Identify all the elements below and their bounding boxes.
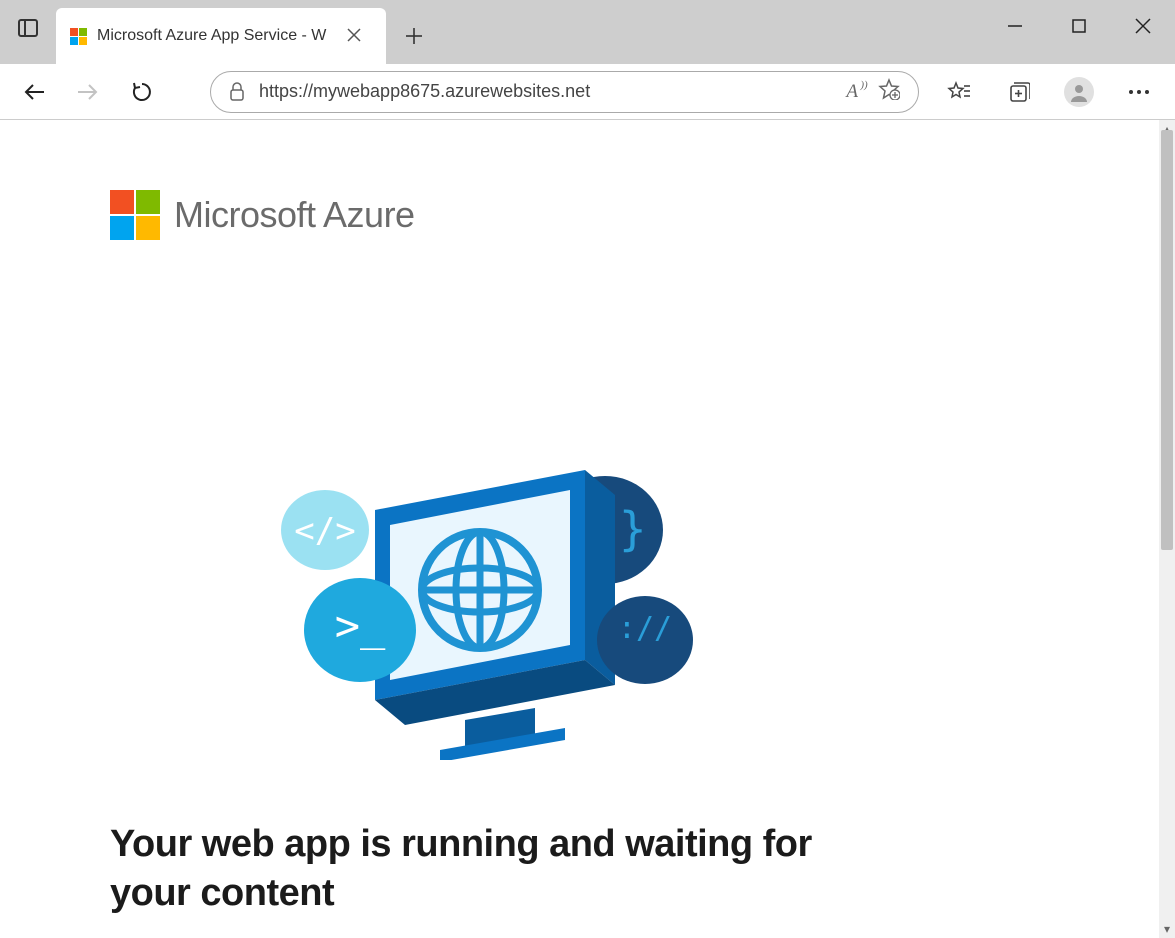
scroll-thumb[interactable] (1161, 130, 1173, 550)
star-list-icon (947, 81, 971, 103)
address-bar[interactable]: https://mywebapp8675.azurewebsites.net A… (210, 71, 919, 113)
svg-text:>_: >_ (335, 601, 386, 650)
new-tab-button[interactable] (394, 16, 434, 56)
refresh-icon (131, 81, 153, 103)
browser-toolbar: https://mywebapp8675.azurewebsites.net A… (0, 64, 1175, 120)
collections-button[interactable] (991, 70, 1047, 114)
back-button[interactable] (8, 70, 60, 114)
tab-actions-button[interactable] (0, 0, 56, 56)
maximize-icon (1072, 19, 1086, 33)
read-aloud-button[interactable]: A)) (846, 81, 858, 103)
add-favorite-button[interactable] (878, 78, 900, 105)
vertical-scrollbar[interactable]: ▴ ▾ (1159, 120, 1175, 938)
hero-illustration: { } (265, 440, 725, 760)
forward-button[interactable] (62, 70, 114, 114)
avatar-icon (1064, 77, 1094, 107)
svg-text:</>: </> (294, 511, 355, 551)
tab-strip: Microsoft Azure App Service - W (0, 0, 1175, 64)
panel-icon (18, 19, 38, 37)
page-viewport: Microsoft Azure { } (0, 120, 1159, 938)
azure-brand: Microsoft Azure (110, 190, 880, 240)
maximize-button[interactable] (1047, 0, 1111, 52)
close-icon (347, 28, 361, 42)
back-arrow-icon (22, 80, 46, 104)
forward-arrow-icon (76, 80, 100, 104)
lock-icon (229, 82, 245, 102)
microsoft-logo-icon (110, 190, 160, 240)
star-plus-icon (878, 78, 900, 100)
scroll-down-button[interactable]: ▾ (1159, 920, 1175, 938)
refresh-button[interactable] (116, 70, 168, 114)
close-tab-button[interactable] (347, 25, 361, 48)
active-tab[interactable]: Microsoft Azure App Service - W (56, 8, 386, 64)
favorites-button[interactable] (931, 70, 987, 114)
brand-text: Microsoft Azure (174, 194, 415, 236)
close-window-button[interactable] (1111, 0, 1175, 52)
minimize-button[interactable] (983, 0, 1047, 52)
more-icon (1128, 89, 1150, 95)
plus-icon (405, 27, 423, 45)
profile-button[interactable] (1051, 70, 1107, 114)
close-icon (1135, 18, 1151, 34)
window-controls (983, 0, 1175, 52)
page-headline: Your web app is running and waiting for … (110, 820, 880, 919)
tab-title: Microsoft Azure App Service - W (97, 27, 337, 45)
svg-text:://: :// (618, 611, 672, 646)
microsoft-favicon-icon (70, 28, 87, 45)
collections-icon (1008, 81, 1030, 103)
settings-menu-button[interactable] (1111, 70, 1167, 114)
minimize-icon (1008, 19, 1022, 33)
url-text: https://mywebapp8675.azurewebsites.net (259, 81, 832, 102)
